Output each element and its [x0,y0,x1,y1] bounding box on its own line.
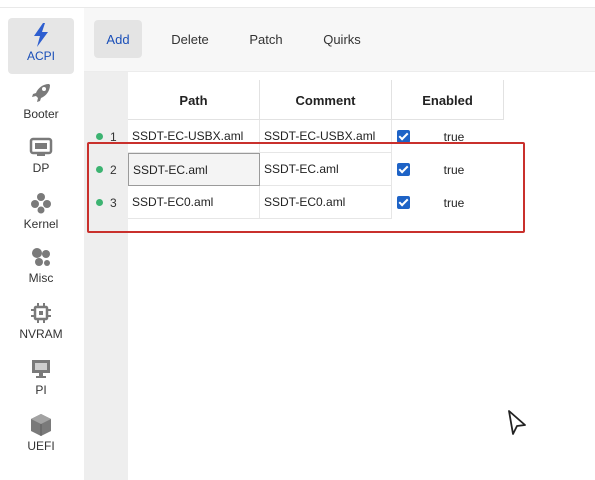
tab-quirks[interactable]: Quirks [312,20,372,58]
sidebar: ACPI Booter DP Kernel Misc NVRAM PI UEFI [0,8,84,480]
sidebar-item-label: ACPI [26,49,55,63]
highlight-box [87,142,525,233]
monitor-icon [28,356,54,382]
tab-patch[interactable]: Patch [238,20,294,58]
sidebar-item-label: Booter [23,107,59,121]
sidebar-item-dp[interactable]: DP [8,130,74,186]
sidebar-item-label: Misc [28,271,54,285]
sidebar-item-uefi[interactable]: UEFI [8,408,74,464]
acpi-bolt-icon [28,22,54,48]
sidebar-item-misc[interactable]: Misc [8,240,74,296]
sidebar-item-label: NVRAM [19,327,63,341]
rocket-icon [28,80,54,106]
table-header: Path Comment Enabled [128,80,504,120]
chip-icon [28,300,54,326]
cube-icon [28,412,54,438]
status-dot-icon [96,133,103,140]
sidebar-item-nvram[interactable]: NVRAM [8,296,74,352]
sidebar-item-label: Kernel [23,217,59,231]
kernel-icon [28,190,54,216]
sidebar-item-kernel[interactable]: Kernel [8,186,74,242]
device-properties-icon [28,134,54,160]
sidebar-item-pi[interactable]: PI [8,352,74,408]
tab-delete[interactable]: Delete [158,20,222,58]
mouse-cursor-icon [506,408,528,438]
sidebar-item-label: PI [35,383,47,397]
column-header-path[interactable]: Path [128,80,260,120]
sidebar-item-label: DP [32,161,50,175]
sidebar-item-label: UEFI [27,439,55,453]
sidebar-item-booter[interactable]: Booter [8,76,74,132]
column-header-enabled[interactable]: Enabled [392,80,504,120]
column-header-comment[interactable]: Comment [260,80,392,120]
tab-add[interactable]: Add [94,20,142,58]
misc-icon [28,244,54,270]
sidebar-item-acpi[interactable]: ACPI [8,18,74,74]
tab-bar: Add Delete Patch Quirks [84,8,595,72]
